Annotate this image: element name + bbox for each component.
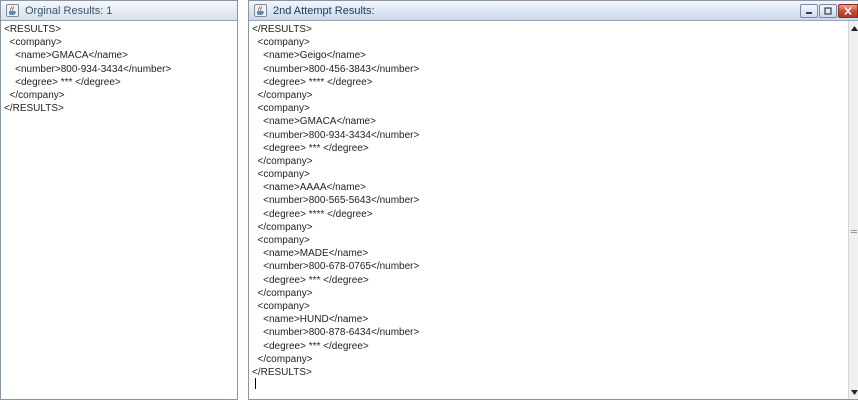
second-attempt-titlebar[interactable]: 2nd Attempt Results: <box>249 1 858 21</box>
text-line: </company> <box>252 155 313 167</box>
window-title: Orginal Results: 1 <box>25 5 113 17</box>
maximize-button[interactable] <box>819 4 837 18</box>
text-caret <box>255 378 256 389</box>
text-line: <degree> *** </degree> <box>252 142 369 154</box>
maximize-icon <box>824 7 832 15</box>
text-line: </company> <box>252 353 313 365</box>
text-line: <degree> **** </degree> <box>252 76 373 88</box>
text-line: <company> <box>252 169 310 181</box>
original-results-titlebar[interactable]: Orginal Results: 1 <box>1 1 237 21</box>
text-line: <degree> *** </degree> <box>252 274 369 286</box>
close-icon <box>844 7 852 15</box>
original-results-window: Orginal Results: 1 <RESULTS> <company> <… <box>0 0 238 400</box>
text-line: </company> <box>252 287 313 299</box>
scroll-up-button[interactable] <box>850 23 858 33</box>
text-line: <company> <box>4 37 62 49</box>
text-line: <number>800-456-3843</number> <box>252 63 420 75</box>
arrow-down-icon <box>850 389 858 395</box>
close-button[interactable] <box>838 4 858 18</box>
text-line: <name>GMACA</name> <box>252 116 376 128</box>
text-line: <company> <box>252 235 310 246</box>
text-line: <degree> *** </degree> <box>4 76 121 88</box>
text-line: <number>800-934-3434</number> <box>252 129 420 141</box>
second-attempt-results-text[interactable]: </RESULTS> <company> <name>Geigo</name> … <box>249 21 848 399</box>
text-line: <degree> *** </degree> <box>252 340 369 352</box>
text-line: <name>GMACA</name> <box>4 50 128 62</box>
vertical-scrollbar[interactable] <box>848 21 858 399</box>
arrow-up-icon <box>850 25 858 31</box>
java-cup-icon <box>6 4 19 17</box>
text-line: <company> <box>252 103 310 115</box>
text-line: <company> <box>252 37 310 49</box>
text-line: </RESULTS> <box>4 103 64 115</box>
text-line: </company> <box>252 221 313 233</box>
text-line: <name>MADE</name> <box>252 248 369 260</box>
text-line: <RESULTS> <box>4 24 62 35</box>
text-line: <number>800-678-0765</number> <box>252 261 420 273</box>
text-line: <number>800-878-6434</number> <box>252 327 420 339</box>
text-line: <company> <box>252 300 310 312</box>
text-line: <name>Geigo</name> <box>252 50 366 62</box>
minimize-icon <box>806 12 812 14</box>
text-line: </RESULTS> <box>252 366 312 378</box>
text-line: <name>HUND</name> <box>252 314 369 326</box>
text-line: <number>800-565-5643</number> <box>252 195 420 207</box>
scroll-down-button[interactable] <box>850 387 858 397</box>
window-title: 2nd Attempt Results: <box>273 5 375 17</box>
scroll-grip-icon[interactable] <box>851 229 857 235</box>
text-line: <name>AAAA</name> <box>252 182 366 194</box>
java-cup-icon <box>254 4 267 17</box>
text-line: </RESULTS> <box>252 24 312 35</box>
text-line: <degree> **** </degree> <box>252 208 373 220</box>
minimize-button[interactable] <box>800 4 818 18</box>
second-attempt-window: 2nd Attempt Results: </RESULTS> <company… <box>248 0 858 400</box>
window-controls <box>800 4 858 18</box>
original-results-text[interactable]: <RESULTS> <company> <name>GMACA</name> <… <box>1 21 237 399</box>
text-line: </company> <box>252 89 313 101</box>
text-line: <number>800-934-3434</number> <box>4 63 172 75</box>
text-line: </company> <box>4 89 65 101</box>
